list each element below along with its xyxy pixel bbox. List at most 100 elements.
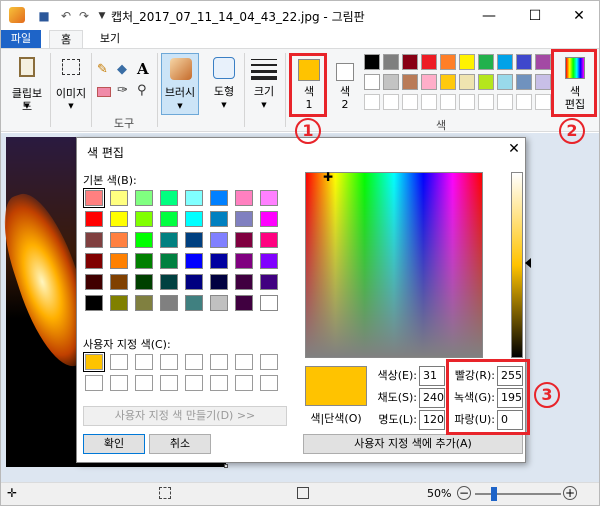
pencil-icon[interactable]: ✎ (97, 63, 111, 77)
tab-view[interactable]: 보기 (93, 30, 127, 48)
save-icon[interactable]: ■ (37, 9, 51, 23)
minimize-button[interactable]: — (467, 3, 511, 29)
basic-color-cell[interactable] (210, 295, 228, 311)
basic-color-cell[interactable] (235, 190, 253, 206)
palette-swatch[interactable] (440, 94, 456, 110)
basic-color-cell[interactable] (135, 253, 153, 269)
basic-color-cell[interactable] (110, 232, 128, 248)
basic-color-cell[interactable] (135, 295, 153, 311)
custom-color-cell[interactable] (83, 352, 105, 372)
basic-color-cell[interactable] (260, 274, 278, 290)
basic-color-cell[interactable] (210, 274, 228, 290)
basic-color-cell[interactable] (185, 274, 203, 290)
dialog-close-button[interactable]: ✕ (505, 140, 523, 158)
basic-color-cell[interactable] (160, 274, 178, 290)
palette-swatch[interactable] (497, 94, 513, 110)
palette-swatch[interactable] (497, 54, 513, 70)
tab-file[interactable]: 파일 (1, 30, 41, 48)
add-to-custom-colors-button[interactable]: 사용자 지정 색에 추가(A) (303, 434, 523, 454)
cancel-button[interactable]: 취소 (149, 434, 211, 454)
ok-button[interactable]: 확인 (83, 434, 145, 454)
custom-color-cell[interactable] (160, 354, 178, 370)
basic-color-cell[interactable] (235, 274, 253, 290)
basic-color-cell[interactable] (160, 232, 178, 248)
maximize-button[interactable]: ☐ (513, 3, 557, 29)
basic-color-cell[interactable] (85, 274, 103, 290)
palette-swatch[interactable] (478, 94, 494, 110)
custom-color-cell[interactable] (235, 354, 253, 370)
basic-color-cell[interactable] (210, 232, 228, 248)
basic-color-cell[interactable] (235, 232, 253, 248)
custom-color-cell[interactable] (85, 375, 103, 391)
canvas-resize-handle[interactable] (224, 464, 228, 468)
palette-swatch[interactable] (364, 74, 380, 90)
palette-swatch[interactable] (459, 94, 475, 110)
basic-color-cell[interactable] (235, 211, 253, 227)
lum-field[interactable]: 120 (419, 410, 445, 430)
customize-qat-icon[interactable]: ▼ (95, 9, 109, 23)
palette-swatch[interactable] (383, 54, 399, 70)
basic-color-cell[interactable] (135, 211, 153, 227)
fill-icon[interactable]: ◆ (117, 63, 131, 77)
custom-color-cell[interactable] (185, 354, 203, 370)
basic-color-cell[interactable] (235, 253, 253, 269)
basic-color-cell[interactable] (185, 232, 203, 248)
basic-color-cell[interactable] (260, 211, 278, 227)
basic-color-cell[interactable] (110, 274, 128, 290)
basic-color-cell[interactable] (160, 211, 178, 227)
custom-color-cell[interactable] (135, 375, 153, 391)
define-custom-colors-button[interactable]: 사용자 지정 색 만들기(D) >> (83, 406, 287, 426)
basic-color-cell[interactable] (110, 211, 128, 227)
custom-color-cell[interactable] (110, 375, 128, 391)
brushes-button[interactable]: 브러시 ▼ (161, 53, 199, 115)
palette-swatch[interactable] (516, 54, 532, 70)
basic-color-cell[interactable] (85, 211, 103, 227)
palette-swatch[interactable] (440, 54, 456, 70)
clipboard-button[interactable]: 클립보드 ▼ (7, 53, 47, 113)
basic-color-cell[interactable] (83, 188, 105, 208)
basic-color-cell[interactable] (85, 232, 103, 248)
custom-color-cell[interactable] (160, 375, 178, 391)
basic-color-cell[interactable] (135, 274, 153, 290)
basic-color-cell[interactable] (260, 295, 278, 311)
palette-swatch[interactable] (535, 54, 551, 70)
palette-swatch[interactable] (364, 54, 380, 70)
basic-color-cell[interactable] (160, 253, 178, 269)
magnifier-icon[interactable]: ⚲ (137, 83, 151, 99)
palette-swatch[interactable] (497, 74, 513, 90)
palette-swatch[interactable] (421, 74, 437, 90)
custom-color-cell[interactable] (110, 354, 128, 370)
palette-swatch[interactable] (383, 94, 399, 110)
color-spectrum[interactable] (305, 172, 483, 358)
basic-color-cell[interactable] (210, 211, 228, 227)
palette-swatch[interactable] (364, 94, 380, 110)
shapes-button[interactable]: 도형 ▼ (207, 53, 241, 115)
basic-color-cell[interactable] (210, 190, 228, 206)
palette-swatch[interactable] (402, 74, 418, 90)
close-button[interactable]: ✕ (557, 3, 600, 29)
basic-color-cell[interactable] (110, 295, 128, 311)
tab-home[interactable]: 홈 (49, 30, 83, 48)
basic-color-cell[interactable] (85, 253, 103, 269)
custom-color-cell[interactable] (260, 375, 278, 391)
zoom-in-button[interactable]: + (563, 486, 577, 500)
redo-icon[interactable]: ↷ (77, 9, 91, 23)
basic-color-cell[interactable] (260, 232, 278, 248)
color-picker-icon[interactable]: ✑ (117, 83, 131, 99)
custom-color-cell[interactable] (185, 375, 203, 391)
custom-color-cell[interactable] (210, 375, 228, 391)
basic-color-cell[interactable] (260, 253, 278, 269)
palette-swatch[interactable] (535, 94, 551, 110)
palette-swatch[interactable] (421, 54, 437, 70)
color2-button[interactable]: 색 2 (329, 55, 361, 113)
zoom-slider-thumb[interactable] (491, 487, 497, 501)
basic-color-cell[interactable] (185, 190, 203, 206)
palette-swatch[interactable] (440, 74, 456, 90)
basic-color-cell[interactable] (110, 253, 128, 269)
palette-swatch[interactable] (478, 54, 494, 70)
palette-swatch[interactable] (421, 94, 437, 110)
basic-color-cell[interactable] (110, 190, 128, 206)
basic-color-cell[interactable] (135, 190, 153, 206)
basic-color-cell[interactable] (85, 295, 103, 311)
basic-color-cell[interactable] (185, 211, 203, 227)
